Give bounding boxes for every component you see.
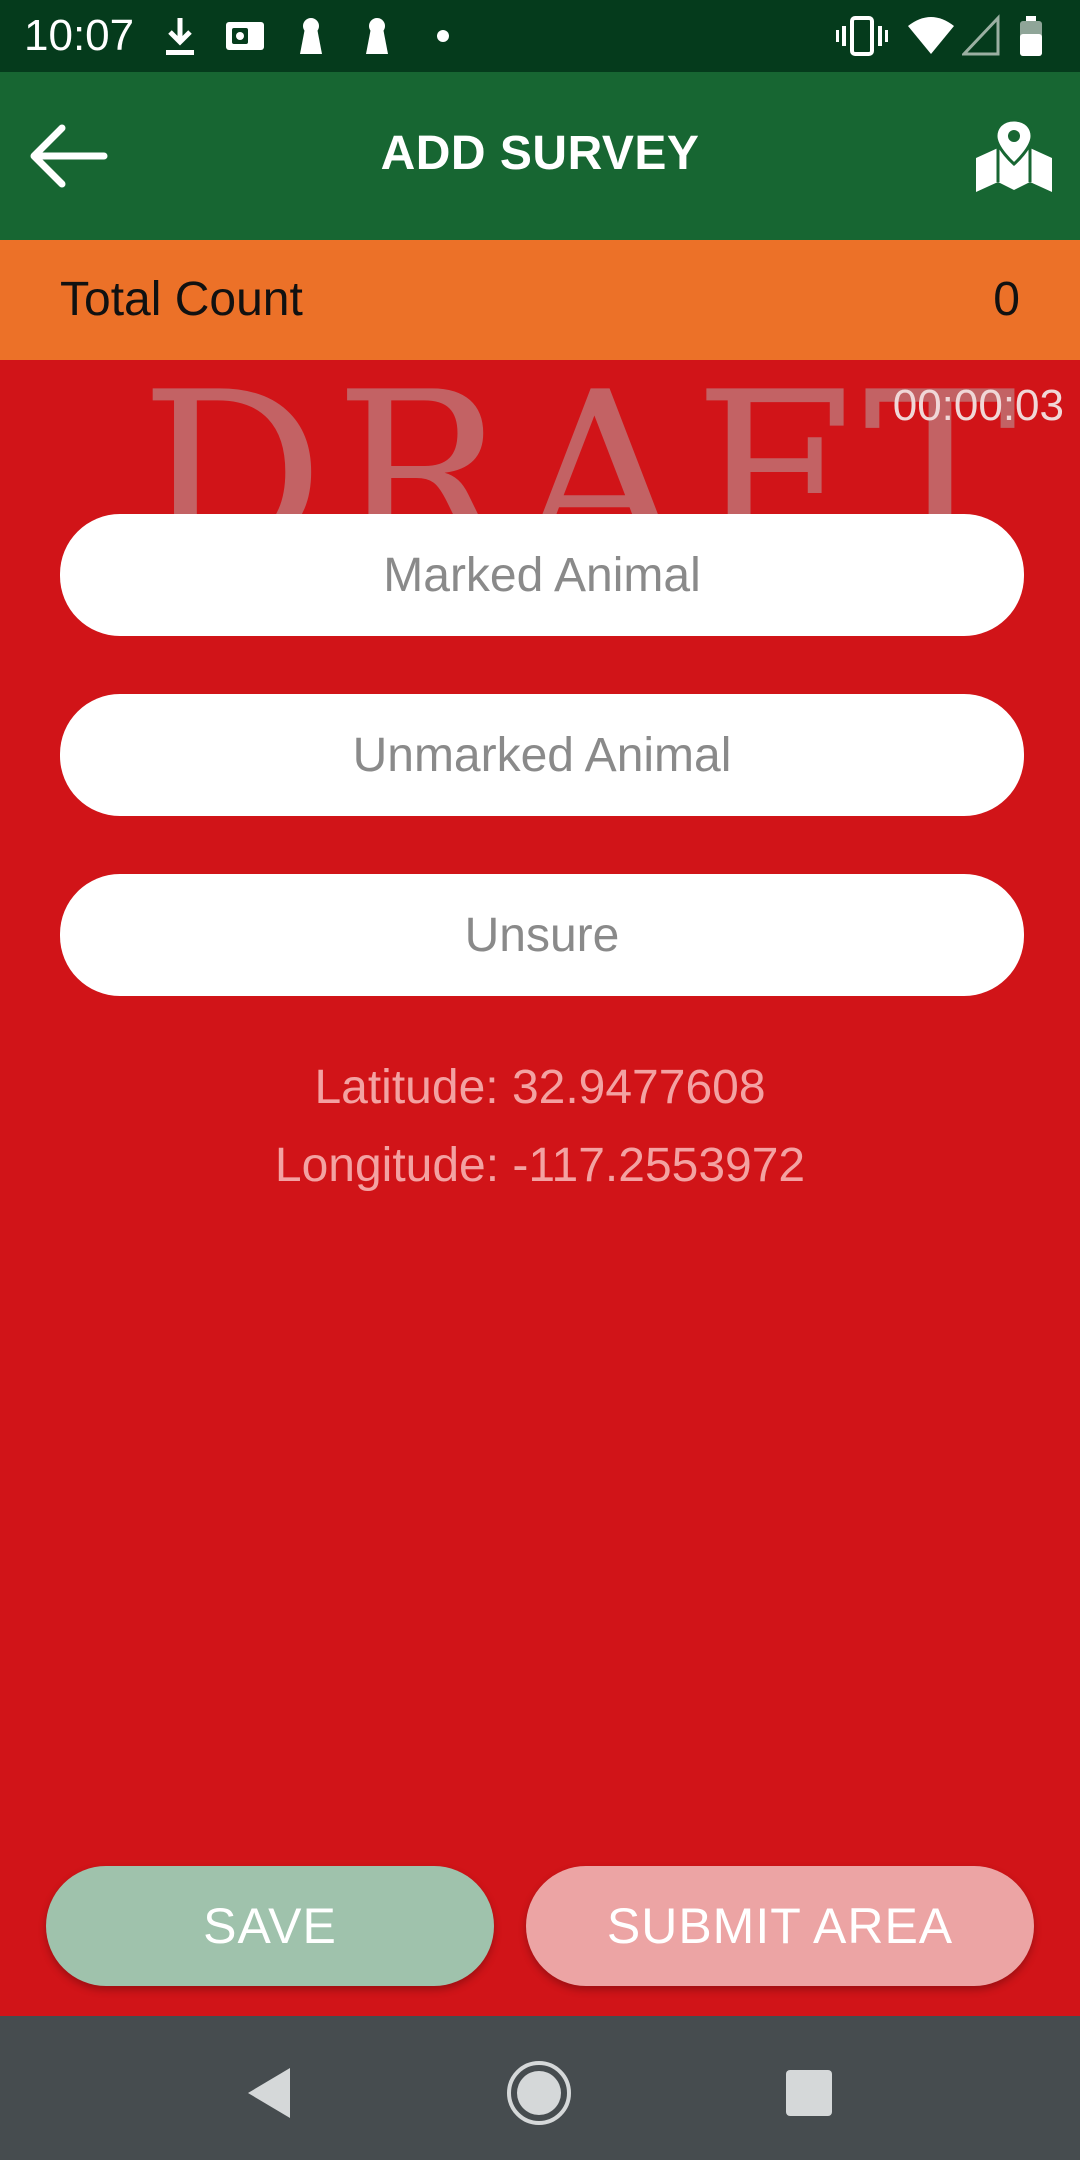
navigation-bar — [0, 2016, 1080, 2160]
wifi-icon — [908, 17, 954, 54]
download-icon — [166, 18, 194, 55]
map-pin-icon[interactable] — [974, 116, 1054, 196]
submit-area-button[interactable]: SUBMIT AREA — [526, 1866, 1034, 1986]
latitude-text: Latitude: 32.9477608 — [314, 1061, 766, 1114]
total-count-bar: Total Count 0 — [0, 240, 1080, 360]
save-button[interactable]: SAVE — [46, 1866, 494, 1986]
status-bar: 10:07 — [0, 0, 1080, 72]
app-bar: ADD SURVEY — [0, 72, 1080, 240]
nav-back-icon[interactable] — [236, 2060, 302, 2126]
page-title: ADD SURVEY — [380, 127, 700, 180]
total-count-label: Total Count — [60, 273, 303, 326]
nav-recents-icon[interactable] — [776, 2060, 842, 2126]
keyhole-icon — [300, 18, 322, 54]
nav-home-icon[interactable] — [506, 2060, 572, 2126]
signal-icon — [962, 14, 1000, 56]
keyhole-icon — [366, 18, 388, 54]
survey-timer: 00:00:03 — [892, 381, 1064, 430]
battery-icon — [1020, 16, 1042, 56]
longitude-text: Longitude: -117.2553972 — [274, 1139, 806, 1192]
unmarked-animal-input[interactable] — [60, 694, 1024, 816]
total-count-value: 0 — [993, 273, 1020, 326]
unsure-input[interactable] — [60, 874, 1024, 996]
dot-icon — [437, 30, 449, 42]
vibrate-icon — [836, 16, 888, 56]
status-time: 10:07 — [24, 11, 135, 60]
cast-icon — [226, 22, 264, 50]
marked-animal-input[interactable] — [60, 514, 1024, 636]
